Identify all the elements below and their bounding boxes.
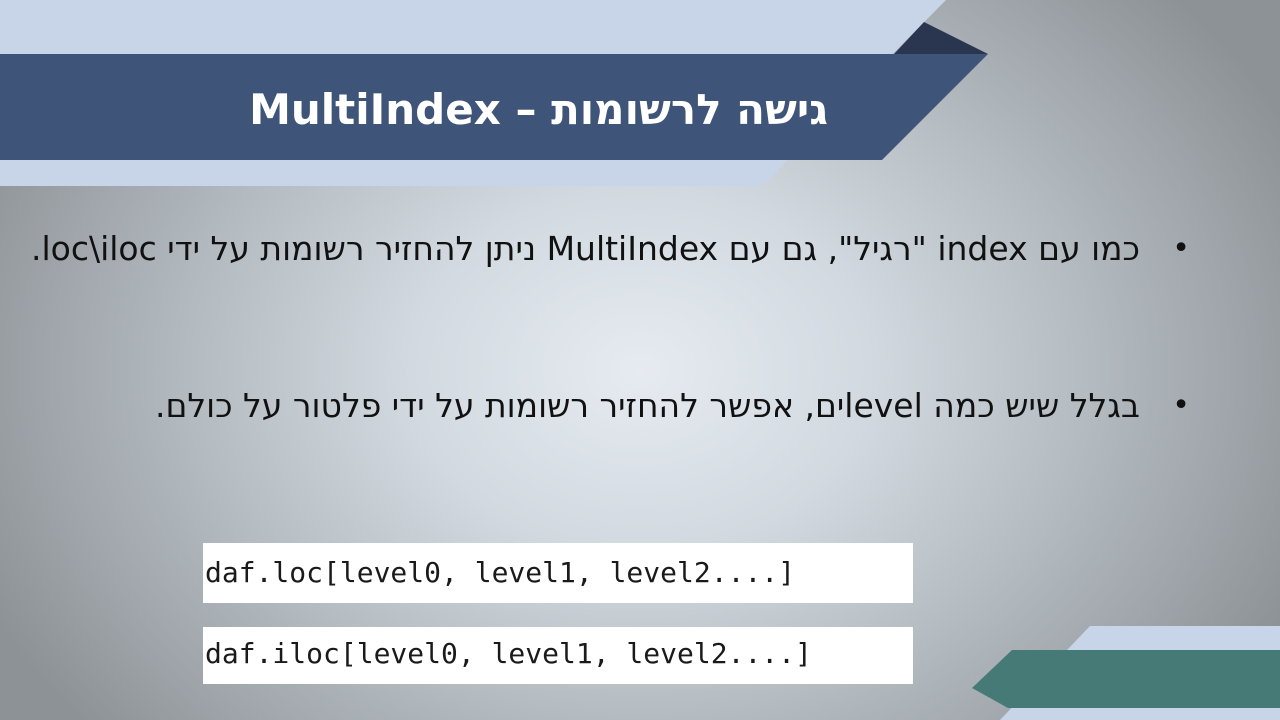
- bullet-list: • כמו עם index "רגיל", גם עם MultiIndex …: [30, 226, 1190, 428]
- bullet-text: בגלל שיש כמה levelים, אפשר להחזיר רשומות…: [154, 386, 1140, 425]
- teal-band: [972, 650, 1280, 708]
- slide-title: גישה לרשומות – MultiIndex: [249, 85, 828, 134]
- bullet-item: • כמו עם index "רגיל", גם עם MultiIndex …: [30, 226, 1190, 271]
- bullet-symbol: •: [1172, 231, 1190, 266]
- bullet-item: • בגלל שיש כמה levelים, אפשר להחזיר רשומ…: [30, 383, 1190, 428]
- bullet-symbol: •: [1172, 388, 1190, 423]
- bullet-text: כמו עם index "רגיל", גם עם MultiIndex ני…: [30, 229, 1140, 268]
- code-snippet-iloc: daf.iloc[level0, level1, level2....]: [203, 627, 913, 684]
- code-snippet-loc: daf.loc[level0, level1, level2....]: [203, 543, 913, 603]
- light-blue-corner: [1000, 626, 1280, 720]
